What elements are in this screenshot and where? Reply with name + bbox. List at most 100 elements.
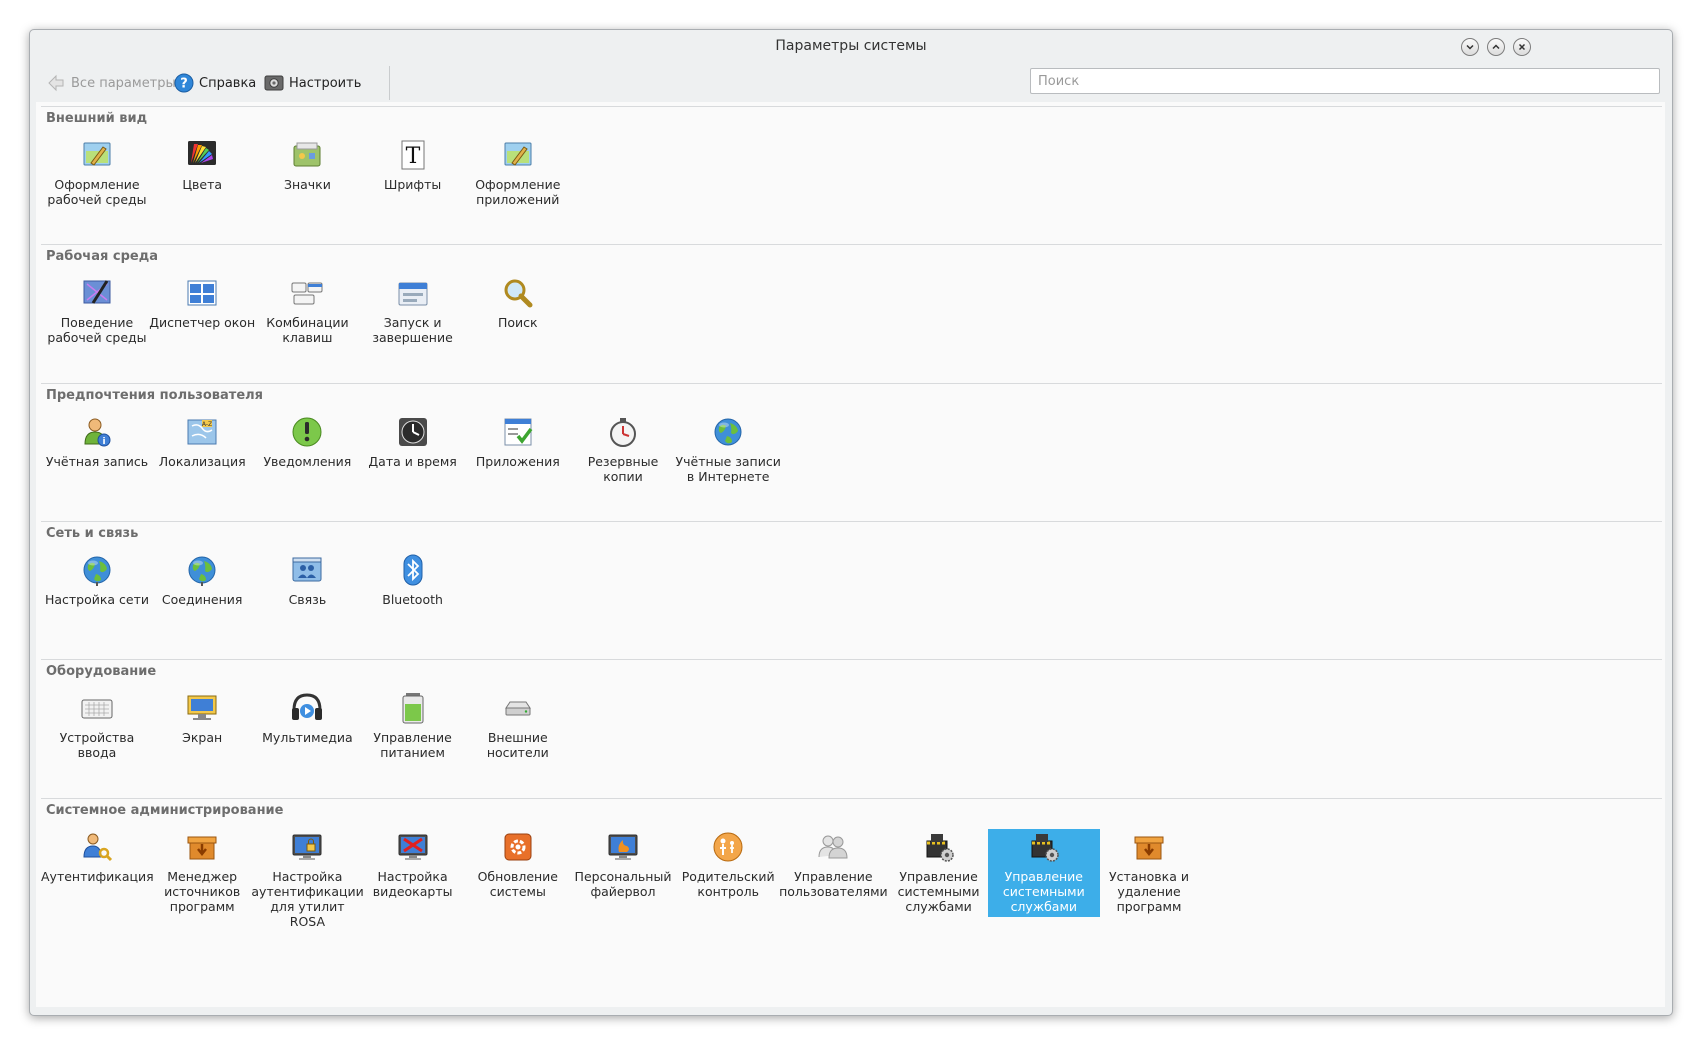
settings-item[interactable]: i Учётная запись <box>41 414 153 472</box>
settings-item[interactable]: Настройка аутентификации для утилит ROSA <box>251 829 364 932</box>
settings-item-label: Учётная запись <box>45 454 149 469</box>
settings-item[interactable]: Оформление рабочей среды <box>41 137 153 210</box>
section-3: Сеть и связь Настройка сети Соединения Связ… <box>41 521 1662 670</box>
workspace-behavior-icon <box>83 280 111 304</box>
settings-item[interactable]: Запуск и завершение <box>357 275 469 348</box>
minimize-button[interactable] <box>1461 38 1479 56</box>
settings-item[interactable]: Управление системными службами <box>987 829 1100 917</box>
settings-item[interactable]: Уведомления <box>251 414 363 472</box>
authentication-icon <box>83 833 113 862</box>
help-label: Справка <box>199 75 257 91</box>
settings-item-label: Управление пользователями <box>779 869 888 899</box>
settings-item[interactable]: A-Z Локализация <box>146 414 258 472</box>
settings-item[interactable]: Дата и время <box>357 414 469 472</box>
svg-text:A-Z: A-Z <box>202 421 212 428</box>
close-button[interactable] <box>1513 38 1531 56</box>
settings-item-label: Резервные копии <box>587 454 659 484</box>
settings-item-label: Устройства ввода <box>59 730 135 760</box>
settings-item[interactable]: Мультимедиа <box>251 690 363 748</box>
svg-text:T: T <box>405 144 420 169</box>
configure-button[interactable]: Настроить <box>264 72 361 94</box>
settings-item[interactable]: Приложения <box>462 414 574 472</box>
section-title: Внешний вид <box>46 111 148 126</box>
settings-item[interactable]: Bluetooth <box>357 552 469 610</box>
all-settings-label: Все параметры <box>71 75 176 91</box>
settings-item[interactable]: Аутентификация <box>41 829 154 887</box>
services-icon <box>1031 834 1059 862</box>
removable-drive-icon <box>504 701 531 716</box>
settings-item[interactable]: Менеджер источников программ <box>146 829 258 917</box>
settings-item[interactable]: Управление питанием <box>357 690 469 763</box>
settings-item-label: Настройка аутентификации для утилит ROSA <box>251 869 364 929</box>
settings-item[interactable]: Родительский контроль <box>672 829 784 902</box>
parental-control-icon <box>713 832 743 862</box>
settings-item-label: Приложения <box>475 454 560 469</box>
rosa-auth-icon <box>292 834 322 860</box>
settings-item[interactable]: Устройства ввода <box>41 690 153 763</box>
settings-item-label: Учётные записи в Интернете <box>675 454 781 484</box>
help-button[interactable]: ? Справка <box>174 72 256 94</box>
settings-item[interactable]: Поиск <box>462 275 574 333</box>
install-remove-icon <box>1134 836 1164 860</box>
settings-item[interactable]: Управление пользователями <box>777 829 889 902</box>
icons-icon <box>293 142 321 167</box>
settings-item-label: Родительский контроль <box>681 869 775 899</box>
settings-item-label: Установка и удаление программ <box>1109 869 1189 914</box>
users-management-icon <box>818 835 848 859</box>
settings-item[interactable]: Персональный файервол <box>567 829 679 902</box>
help-icon: ? <box>174 73 194 93</box>
services-icon <box>926 834 954 862</box>
settings-item[interactable]: Оформление приложений <box>462 137 574 210</box>
settings-item[interactable]: Установка и удаление программ <box>1093 829 1205 917</box>
settings-item-label: Обновление системы <box>477 869 558 899</box>
settings-item[interactable]: Соединения <box>146 552 258 610</box>
settings-item-label: Управление системными службами <box>897 869 980 914</box>
section-title: Системное администрирование <box>46 803 284 818</box>
settings-item-label: Аутентификация <box>41 869 154 884</box>
search-input[interactable] <box>1030 68 1660 94</box>
all-settings-button[interactable]: Все параметры <box>46 72 176 94</box>
settings-item[interactable]: Экран <box>146 690 258 748</box>
settings-item[interactable]: Диспетчер окон <box>146 275 258 333</box>
applications-icon <box>504 418 533 446</box>
chevron-down-icon <box>1466 44 1474 50</box>
battery-icon <box>402 693 424 724</box>
window-manager-icon <box>187 280 217 306</box>
settings-item[interactable]: Связь <box>251 552 363 610</box>
user-account-icon: i <box>84 418 111 447</box>
settings-item-label: Соединения <box>161 592 243 607</box>
online-accounts-icon <box>714 418 742 446</box>
settings-item-label: Настройка сети <box>44 592 150 607</box>
section-4: Оборудование Устройства ввода Экран Мультим… <box>41 659 1662 808</box>
settings-item[interactable]: Поведение рабочей среды <box>41 275 153 348</box>
settings-item[interactable]: Управление системными службами <box>883 829 995 917</box>
settings-item-label: Уведомления <box>263 454 352 469</box>
settings-item[interactable]: Комбинации клавиш <box>251 275 363 348</box>
settings-item-label: Оформление рабочей среды <box>47 177 147 207</box>
maximize-button[interactable] <box>1487 38 1505 56</box>
settings-item[interactable]: Настройка видеокарты <box>357 829 469 902</box>
settings-item-label: Поведение рабочей среды <box>47 315 147 345</box>
toolbar-separator <box>389 66 390 100</box>
settings-item[interactable]: Внешние носители <box>462 690 574 763</box>
section-2: Предпочтения пользователя i Учётная запись… <box>41 383 1662 532</box>
settings-item-label: Мультимедиа <box>262 730 353 745</box>
title-bar[interactable]: Параметры системы <box>30 30 1672 64</box>
settings-item[interactable]: Резервные копии <box>567 414 679 487</box>
settings-item[interactable]: Цвета <box>146 137 258 195</box>
section-1: Рабочая среда Поведение рабочей среды Дисп… <box>41 244 1662 393</box>
settings-item-label: Связь <box>288 592 327 607</box>
settings-item-label: Экран <box>182 730 223 745</box>
settings-item[interactable]: Настройка сети <box>41 552 153 610</box>
shortcuts-icon <box>291 282 323 305</box>
startup-shutdown-icon <box>398 282 428 306</box>
back-arrow-icon <box>48 74 64 92</box>
section-title: Сеть и связь <box>46 526 139 541</box>
fonts-icon: T <box>401 140 425 170</box>
settings-item-label: Локализация <box>158 454 246 469</box>
settings-item[interactable]: T Шрифты <box>357 137 469 195</box>
settings-item-label: Управление системными службами <box>1002 869 1085 914</box>
settings-item[interactable]: Значки <box>251 137 363 195</box>
settings-item[interactable]: Учётные записи в Интернете <box>672 414 784 487</box>
settings-item[interactable]: Обновление системы <box>462 829 574 902</box>
